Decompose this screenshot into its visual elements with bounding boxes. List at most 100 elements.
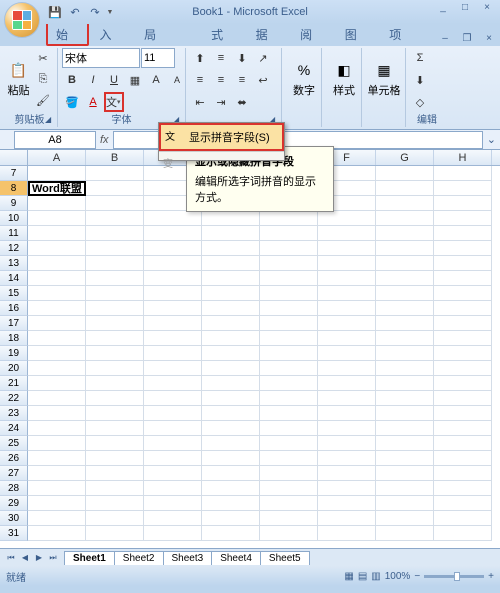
cell[interactable] — [202, 466, 260, 481]
autosum-icon[interactable]: Σ — [410, 48, 430, 68]
cell[interactable] — [260, 376, 318, 391]
cell[interactable] — [144, 241, 202, 256]
cell[interactable] — [376, 436, 434, 451]
cell[interactable] — [202, 421, 260, 436]
cell[interactable] — [28, 211, 86, 226]
cell[interactable] — [434, 331, 492, 346]
cell[interactable] — [376, 451, 434, 466]
row-header[interactable]: 27 — [0, 466, 28, 481]
cell[interactable] — [86, 256, 144, 271]
cell[interactable] — [376, 256, 434, 271]
cell[interactable] — [434, 226, 492, 241]
view-layout-icon[interactable]: ▤ — [358, 571, 367, 582]
cell[interactable] — [86, 241, 144, 256]
office-button[interactable] — [4, 2, 40, 38]
sheet-tab[interactable]: Sheet2 — [114, 551, 164, 565]
cell[interactable] — [144, 286, 202, 301]
row-header[interactable]: 8 — [0, 181, 28, 196]
cell[interactable] — [434, 481, 492, 496]
row-header[interactable]: 17 — [0, 316, 28, 331]
sheet-tab[interactable]: Sheet5 — [260, 551, 310, 565]
cell[interactable] — [376, 496, 434, 511]
row-header[interactable]: 28 — [0, 481, 28, 496]
cell[interactable] — [318, 256, 376, 271]
cell[interactable] — [28, 436, 86, 451]
cell[interactable] — [260, 481, 318, 496]
align-top-icon[interactable]: ⬆ — [190, 48, 210, 68]
cell[interactable] — [86, 481, 144, 496]
cell[interactable] — [318, 316, 376, 331]
cell[interactable] — [144, 211, 202, 226]
cell[interactable] — [144, 271, 202, 286]
prev-sheet-icon[interactable]: ◀ — [18, 551, 32, 565]
underline-button[interactable]: U — [104, 70, 124, 90]
cell[interactable] — [434, 211, 492, 226]
view-normal-icon[interactable]: ▦ — [344, 571, 353, 582]
cell[interactable] — [28, 331, 86, 346]
italic-button[interactable]: I — [83, 70, 103, 90]
increase-indent-icon[interactable]: ⇥ — [211, 92, 231, 112]
column-header[interactable]: H — [434, 150, 492, 165]
cell[interactable] — [434, 496, 492, 511]
cell[interactable] — [28, 481, 86, 496]
column-header[interactable]: B — [86, 150, 144, 165]
row-header[interactable]: 12 — [0, 241, 28, 256]
cell[interactable] — [318, 271, 376, 286]
cell[interactable] — [86, 286, 144, 301]
row-header[interactable]: 30 — [0, 511, 28, 526]
cell[interactable] — [376, 406, 434, 421]
cell[interactable] — [28, 166, 86, 181]
cell[interactable] — [260, 526, 318, 541]
cell[interactable] — [86, 511, 144, 526]
fx-icon[interactable]: fx — [100, 134, 109, 146]
row-header[interactable]: 18 — [0, 331, 28, 346]
cell[interactable] — [144, 331, 202, 346]
cell[interactable] — [376, 181, 434, 196]
cell[interactable] — [376, 421, 434, 436]
bold-button[interactable]: B — [62, 70, 82, 90]
cell[interactable] — [260, 361, 318, 376]
cell[interactable] — [318, 511, 376, 526]
cell[interactable] — [376, 511, 434, 526]
cell[interactable] — [318, 211, 376, 226]
cell[interactable] — [260, 211, 318, 226]
cell[interactable] — [318, 451, 376, 466]
cell[interactable] — [144, 316, 202, 331]
cell[interactable] — [144, 481, 202, 496]
phonetic-button[interactable]: 文▾ — [104, 92, 124, 112]
cell[interactable] — [202, 361, 260, 376]
cell[interactable] — [86, 271, 144, 286]
cell[interactable] — [202, 331, 260, 346]
cell[interactable] — [318, 436, 376, 451]
sheet-tab[interactable]: Sheet4 — [211, 551, 261, 565]
cell[interactable] — [318, 376, 376, 391]
qat-dropdown-icon[interactable]: ▼ — [106, 3, 114, 21]
cell[interactable] — [28, 391, 86, 406]
cell[interactable] — [434, 511, 492, 526]
cell[interactable] — [202, 271, 260, 286]
clipboard-launcher-icon[interactable]: ◢ — [45, 115, 55, 125]
cell[interactable] — [376, 331, 434, 346]
cell[interactable] — [260, 331, 318, 346]
cell[interactable] — [434, 316, 492, 331]
font-size-combo[interactable] — [141, 48, 175, 68]
wrap-text-icon[interactable]: ↩ — [253, 70, 273, 90]
cell[interactable] — [318, 301, 376, 316]
cell[interactable] — [434, 181, 492, 196]
cell[interactable] — [434, 346, 492, 361]
row-header[interactable]: 16 — [0, 301, 28, 316]
shrink-font-button[interactable]: A — [167, 70, 187, 90]
cell[interactable] — [376, 481, 434, 496]
cell[interactable] — [202, 211, 260, 226]
cell[interactable] — [318, 331, 376, 346]
cell[interactable] — [260, 496, 318, 511]
cell[interactable] — [434, 436, 492, 451]
cell[interactable] — [434, 361, 492, 376]
row-header[interactable]: 24 — [0, 421, 28, 436]
cell[interactable] — [434, 286, 492, 301]
row-header[interactable]: 21 — [0, 376, 28, 391]
align-middle-icon[interactable]: ≡ — [211, 48, 231, 68]
cell[interactable] — [318, 406, 376, 421]
cell[interactable] — [318, 481, 376, 496]
cell[interactable] — [202, 526, 260, 541]
